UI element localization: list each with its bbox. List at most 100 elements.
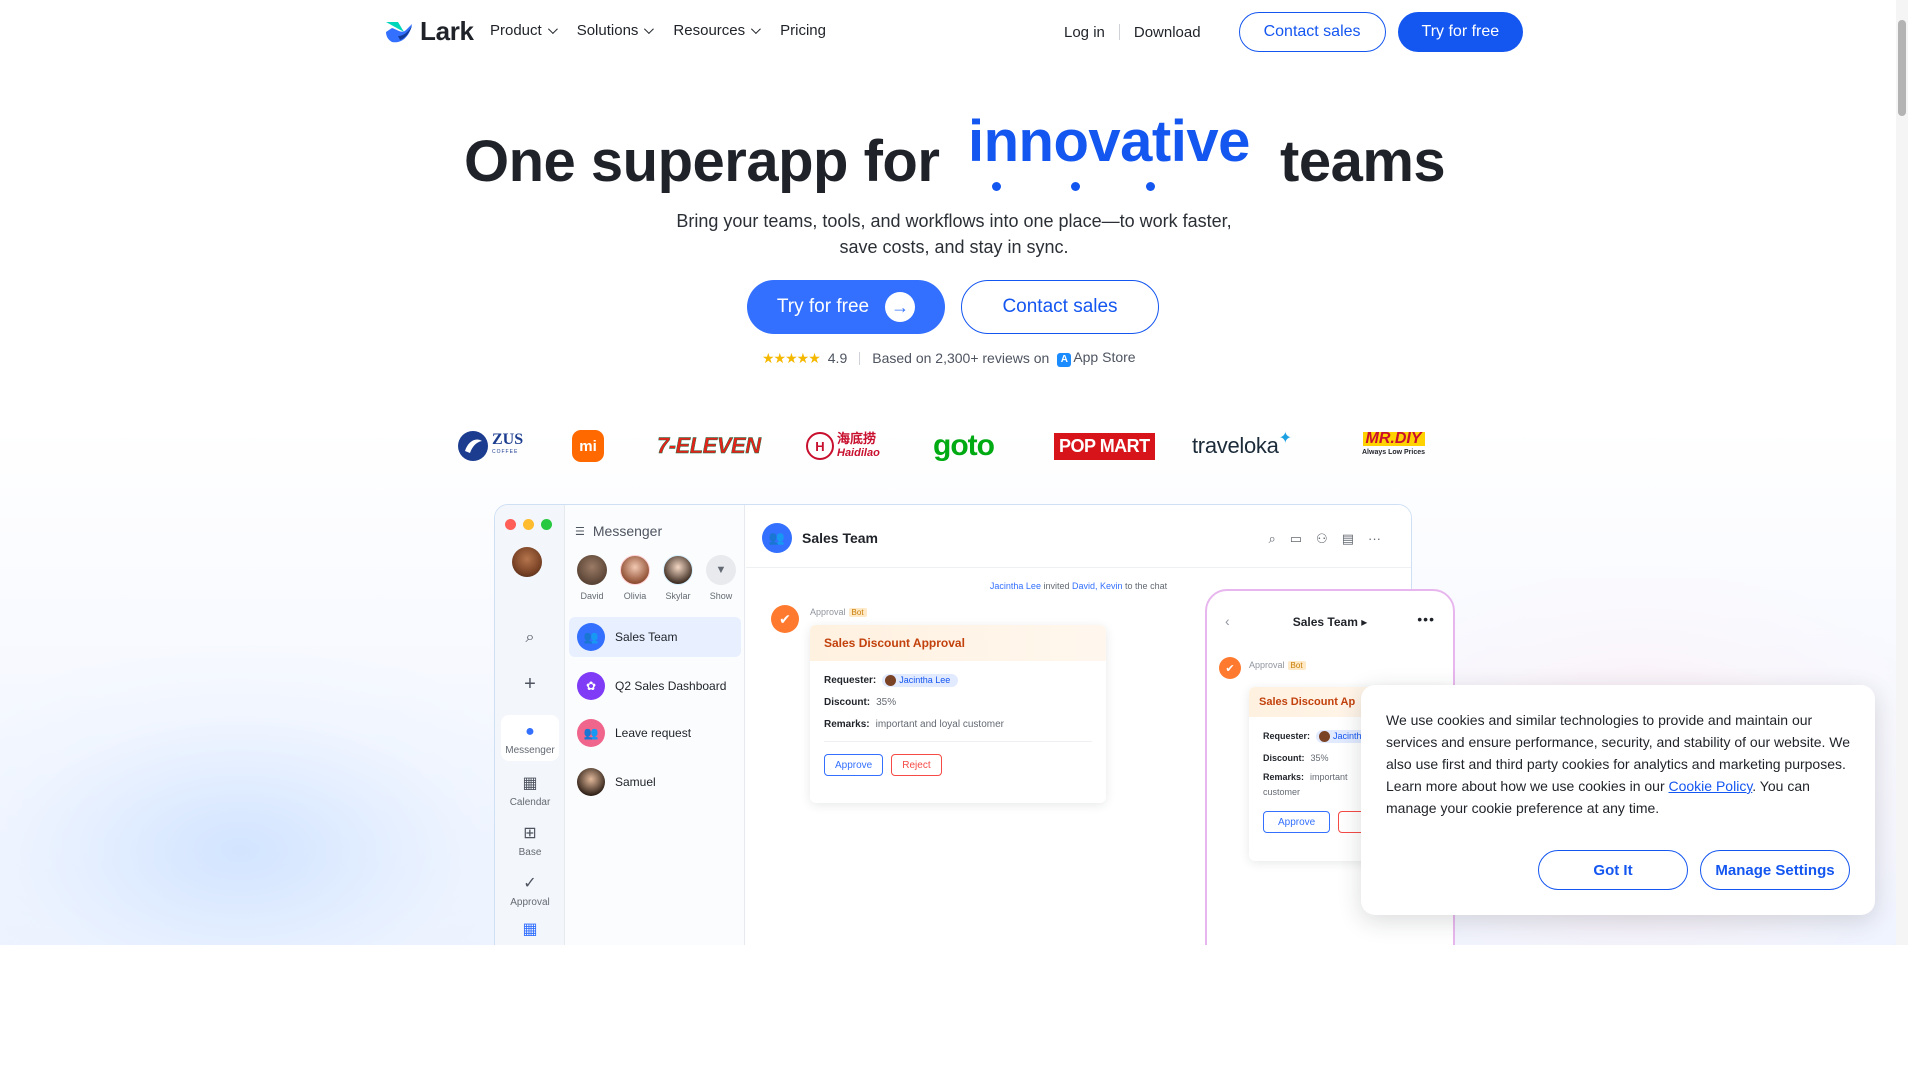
logo-haidilao: H 海底捞 Haidilao	[806, 424, 880, 468]
chat-item-q2-dashboard: ✿ Q2 Sales Dashboard	[569, 666, 741, 706]
app-store-icon: A	[1057, 353, 1072, 367]
avatar	[885, 674, 897, 686]
nav-pricing-label: Pricing	[780, 22, 826, 39]
contact-name: Olivia	[623, 591, 647, 601]
rail-messenger: ● Messenger	[495, 723, 565, 756]
requester-label: Requester:	[1263, 731, 1311, 741]
discount-row: Discount: 35%	[810, 691, 1106, 713]
discount-label: Discount:	[1263, 753, 1305, 763]
avatar	[577, 555, 607, 585]
download-link[interactable]: Download	[1120, 24, 1215, 41]
remarks-label: Remarks:	[824, 718, 870, 730]
discount-label: Discount:	[824, 696, 871, 708]
logo-popmart-text: POP MART	[1054, 432, 1155, 460]
requester-chip: Jacintha Lee	[882, 673, 959, 687]
contact-sales-button[interactable]: Contact sales	[1238, 12, 1386, 52]
rail-more: ▦	[495, 919, 565, 943]
try-for-free-button[interactable]: Try for free	[1397, 12, 1524, 52]
rotating-word-indicator	[0, 182, 1908, 194]
nav-resources[interactable]: Resources	[673, 22, 761, 39]
chat-item-label: Samuel	[615, 775, 656, 789]
logo-xiaomi: mi	[572, 424, 604, 468]
rail-add: +	[495, 673, 565, 700]
group-icon: 👥	[577, 623, 605, 651]
remarks-value-cont: customer	[1263, 787, 1301, 797]
logo-goto: goto	[933, 424, 995, 468]
search-icon: ⌕	[525, 629, 535, 646]
plus-icon: +	[524, 673, 536, 695]
approval-actions: Approve Reject	[810, 754, 1106, 776]
close-dot-icon	[505, 519, 516, 530]
hero-contact-sales-button[interactable]: Contact sales	[961, 280, 1159, 334]
remarks-value: important	[1310, 772, 1348, 782]
nav-pricing[interactable]: Pricing	[780, 22, 826, 39]
add-member-icon: ⚇	[1316, 531, 1328, 546]
approval-bot-icon: ✔	[1219, 657, 1241, 679]
nav-resources-label: Resources	[673, 22, 746, 39]
maximize-dot-icon	[541, 519, 552, 530]
calendar-icon: ▦	[522, 775, 538, 792]
logo-zus-subtext: COFFEE	[492, 449, 519, 455]
nav-product[interactable]: Product	[490, 22, 558, 39]
rail-approval: ✓ Approval	[495, 873, 565, 908]
top-navigation: Lark Product Solutions Resources Pricing…	[0, 0, 1908, 64]
logo-7eleven: 7-ELEVEN	[657, 424, 761, 468]
chat-item-sales-team: 👥 Sales Team	[569, 617, 741, 657]
requester-row: Requester: Jacintha Lee	[810, 669, 1106, 691]
logo-haidilao-text: Haidilao	[837, 447, 880, 459]
more-icon: •••	[1417, 611, 1435, 627]
star-rating-icon: ★★★★★	[762, 349, 821, 366]
nav-actions: Log in Download Contact sales Try for fr…	[1050, 12, 1524, 52]
nav-solutions[interactable]: Solutions	[577, 22, 655, 39]
group-icon: 👥	[577, 719, 605, 747]
haidilao-emblem-icon: H	[806, 432, 834, 460]
chat-item-samuel: Samuel	[569, 762, 741, 802]
dashboard-icon: ✿	[577, 672, 605, 700]
chevron-down-icon: ▼	[706, 555, 736, 585]
chat-item-label: Sales Team	[615, 630, 678, 644]
rating-text: Based on 2,300+ reviews on	[872, 350, 1050, 366]
remarks-value: important and loyal customer	[875, 718, 1004, 730]
scrollbar-thumb[interactable]	[1898, 20, 1906, 116]
chat-list-title: Messenger	[592, 523, 663, 539]
avatar	[577, 768, 605, 796]
bot-name: Approval	[810, 607, 846, 617]
indicator-dot	[1146, 182, 1155, 191]
system-message-invitees: David, Kevin	[1072, 581, 1123, 591]
got-it-button[interactable]: Got It	[1538, 850, 1688, 890]
logo-traveloka: traveloka ✦	[1192, 424, 1292, 468]
chat-toolbar: ⌕ ▭ ⚇ ▤ ···	[1268, 531, 1381, 547]
pinned-contacts: David Olivia Skylar ▼ Show	[577, 555, 736, 601]
rail-calendar-label: Calendar	[509, 797, 551, 808]
approval-icon: ✓	[523, 875, 537, 892]
mobile-chat-title: Sales Team ▸	[1292, 615, 1368, 629]
brand-name: Lark	[420, 16, 474, 46]
requester-label: Requester:	[824, 674, 877, 686]
chat-item-label: Q2 Sales Dashboard	[615, 679, 727, 693]
indicator-dot	[992, 182, 1001, 191]
approval-card: Sales Discount Approval Requester: Jacint…	[810, 625, 1106, 803]
primary-nav: Product Solutions Resources Pricing	[490, 22, 826, 39]
page-scrollbar[interactable]	[1896, 0, 1908, 945]
hero-try-for-free-button[interactable]: Try for free →	[747, 280, 945, 334]
video-icon: ▭	[1289, 531, 1303, 546]
discount-value: 35%	[1310, 753, 1329, 763]
lark-logo-link[interactable]: Lark	[384, 16, 474, 47]
login-link[interactable]: Log in	[1050, 24, 1119, 41]
logo-mrdiy-tagline: Always Low Prices	[1362, 449, 1426, 456]
contact-name: Show	[709, 591, 733, 601]
approve-button: Approve	[1263, 811, 1331, 833]
group-icon: 👥	[762, 523, 792, 553]
rail-search: ⌕	[495, 629, 565, 651]
hero-subtitle-line1: Bring your teams, tools, and workflows i…	[676, 211, 1232, 231]
manage-settings-button[interactable]: Manage Settings	[1700, 850, 1850, 890]
app-store-link[interactable]: A App Store	[1057, 349, 1136, 367]
cookie-policy-link[interactable]: Cookie Policy	[1669, 778, 1753, 794]
apps-grid-icon: ▦	[522, 921, 538, 938]
chat-title: Sales Team	[802, 530, 879, 546]
divider	[824, 741, 1092, 742]
bot-tag: Bot	[848, 608, 867, 617]
bot-name: Approval	[1249, 660, 1285, 670]
user-avatar	[512, 547, 542, 577]
logo-popmart: POP MART	[1054, 424, 1155, 468]
